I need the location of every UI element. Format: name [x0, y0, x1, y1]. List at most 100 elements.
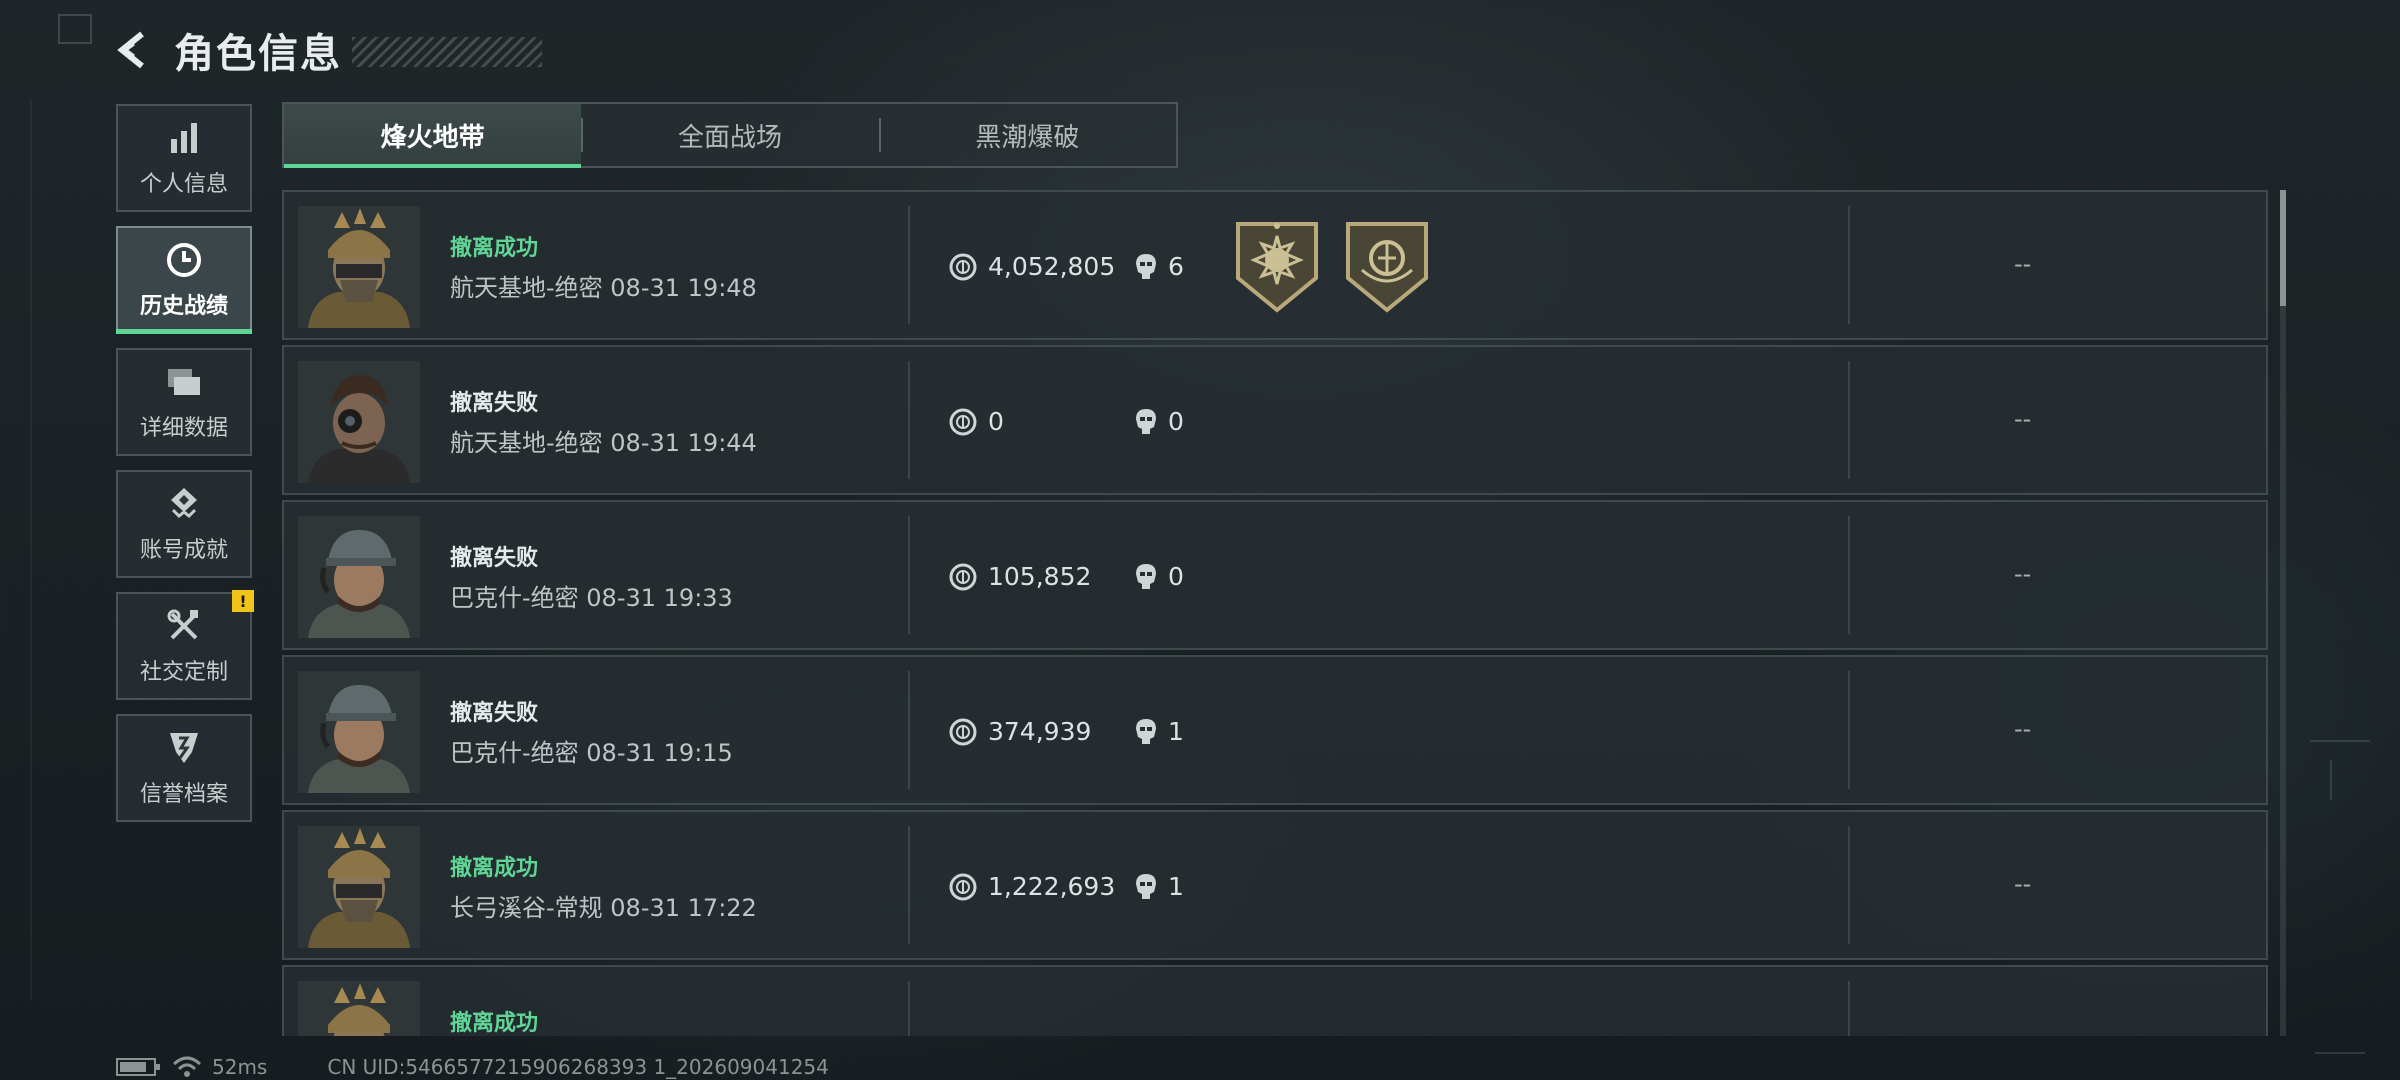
match-result: 撤离失败 [450, 701, 539, 726]
bar-chart-icon [164, 118, 204, 158]
sidebar-item-label: 社交定制 [139, 660, 228, 685]
divider [1848, 361, 1850, 479]
sidebar-item-label: 账号成就 [139, 538, 228, 563]
match-map-time: 航天基地-绝密 08-31 19:48 [450, 274, 757, 302]
sidebar-item-personal-info[interactable]: 个人信息 [116, 104, 252, 212]
match-map-time: 巴克什-绝密 08-31 19:33 [450, 584, 733, 612]
coin-value: 4,052,805 [988, 252, 1116, 281]
kill-count: 0 [1168, 407, 1184, 436]
divider [908, 206, 910, 324]
operator-portrait [298, 671, 420, 793]
skull-icon [1132, 252, 1160, 282]
extra-info: -- [2014, 250, 2032, 278]
match-result: 撤离成功 [450, 236, 539, 261]
sun-badge-icon [1234, 218, 1320, 314]
match-map-time: 航天基地-绝密 08-31 19:44 [450, 429, 757, 457]
skull-icon [1132, 717, 1160, 747]
match-result: 撤离失败 [450, 546, 539, 571]
achievement-icon [164, 484, 204, 524]
sidebar-item-match-history[interactable]: 历史战绩 [116, 226, 252, 334]
coin-value: 0 [988, 407, 1004, 436]
tab-full-battlefield[interactable]: 全面战场 [581, 104, 878, 166]
ping-text: 52ms [212, 1055, 268, 1079]
match-result: 撤离成功 [450, 1011, 539, 1036]
skull-icon [1132, 562, 1160, 592]
match-row[interactable]: 撤离成功 长弓溪谷-常规 08-31 17:22 1,222,693 1 -- [282, 810, 2268, 960]
operator-portrait [298, 826, 420, 948]
coin-icon [948, 717, 978, 747]
operator-portrait [298, 516, 420, 638]
corner-decoration [58, 14, 92, 44]
scrollbar-track[interactable] [2280, 190, 2286, 1036]
divider [1848, 826, 1850, 944]
kill-count: 6 [1168, 252, 1184, 281]
sidebar-item-achievements[interactable]: 账号成就 [116, 470, 252, 578]
tab-beacon-zone[interactable]: 烽火地带 [284, 104, 582, 168]
header: 角色信息 [112, 22, 542, 78]
match-map-time: 巴克什-绝密 08-31 19:15 [450, 739, 733, 767]
page-title: 角色信息 [174, 31, 342, 77]
sidebar-item-label: 详细数据 [139, 416, 228, 441]
emblem-badge-icon [1344, 218, 1430, 314]
divider [908, 826, 910, 944]
skull-icon [1132, 407, 1160, 437]
match-result: 撤离成功 [450, 856, 539, 881]
kill-count: 1 [1168, 872, 1184, 901]
skull-icon [1132, 872, 1160, 902]
match-history-list[interactable]: 撤离成功 航天基地-绝密 08-31 19:48 4,052,805 6 -- … [282, 190, 2270, 1036]
title-decoration [352, 37, 542, 67]
sidebar-item-label: 信誉档案 [139, 782, 228, 807]
coin-icon [948, 562, 978, 592]
sidebar-item-label: 个人信息 [139, 172, 228, 197]
sidebar-item-label: 历史战绩 [139, 294, 228, 319]
alert-badge: ! [232, 590, 254, 612]
match-row[interactable]: 撤离失败 航天基地-绝密 08-31 19:44 0 0 -- [282, 345, 2268, 495]
sidebar-item-social-custom[interactable]: ! 社交定制 [116, 590, 254, 700]
sidebar: 个人信息 历史战绩 详细数据 账号成就 ! 社交定制 信誉档案 [116, 104, 254, 836]
shield-emblem-icon [164, 728, 204, 768]
tab-black-tide[interactable]: 黑潮爆破 [878, 104, 1176, 166]
coin-icon [948, 252, 978, 282]
coin-value: 1,222,693 [988, 872, 1116, 901]
kill-count: 1 [1168, 717, 1184, 746]
scrollbar-thumb[interactable] [2280, 190, 2286, 306]
match-row[interactable]: 撤离失败 巴克什-绝密 08-31 19:33 105,852 0 -- [282, 500, 2268, 650]
divider [908, 981, 910, 1036]
kill-count: 0 [1168, 562, 1184, 591]
coin-icon [948, 872, 978, 902]
decor-line [2315, 1052, 2365, 1054]
operator-portrait [298, 981, 420, 1036]
match-map-time: 长弓溪谷-常规 08-31 17:22 [450, 894, 757, 922]
coin-value: 105,852 [988, 562, 1092, 591]
tools-icon [164, 606, 204, 646]
divider [908, 516, 910, 634]
match-row[interactable]: 撤离成功 [282, 965, 2268, 1036]
match-row[interactable]: 撤离成功 航天基地-绝密 08-31 19:48 4,052,805 6 -- [282, 190, 2268, 340]
extra-info: -- [2014, 715, 2032, 743]
sidebar-item-credit-profile[interactable]: 信誉档案 [116, 714, 252, 822]
coin-value: 374,939 [988, 717, 1092, 746]
operator-portrait [298, 206, 420, 328]
wifi-icon [172, 1056, 202, 1078]
folders-icon [164, 362, 204, 402]
decor-line [30, 100, 32, 1000]
divider [908, 361, 910, 479]
operator-portrait [298, 361, 420, 483]
back-arrow-icon[interactable] [112, 28, 156, 72]
extra-info: -- [2014, 560, 2032, 588]
clock-icon [164, 240, 204, 280]
mode-tabs: 烽火地带 全面战场 黑潮爆破 [282, 102, 1178, 168]
coin-icon [948, 407, 978, 437]
uid-text: CN UID:5466577215906268393 1_20260904125… [327, 1055, 829, 1079]
match-result: 撤离失败 [450, 391, 539, 416]
decor-line [2330, 760, 2332, 800]
divider [1848, 981, 1850, 1036]
status-bar: 52ms CN UID:5466577215906268393 1_202609… [116, 1054, 829, 1080]
divider [908, 671, 910, 789]
divider [1848, 516, 1850, 634]
match-row[interactable]: 撤离失败 巴克什-绝密 08-31 19:15 374,939 1 -- [282, 655, 2268, 805]
divider [1848, 206, 1850, 324]
extra-info: -- [2014, 405, 2032, 433]
decor-line [2310, 740, 2370, 742]
sidebar-item-detailed-data[interactable]: 详细数据 [116, 348, 252, 456]
